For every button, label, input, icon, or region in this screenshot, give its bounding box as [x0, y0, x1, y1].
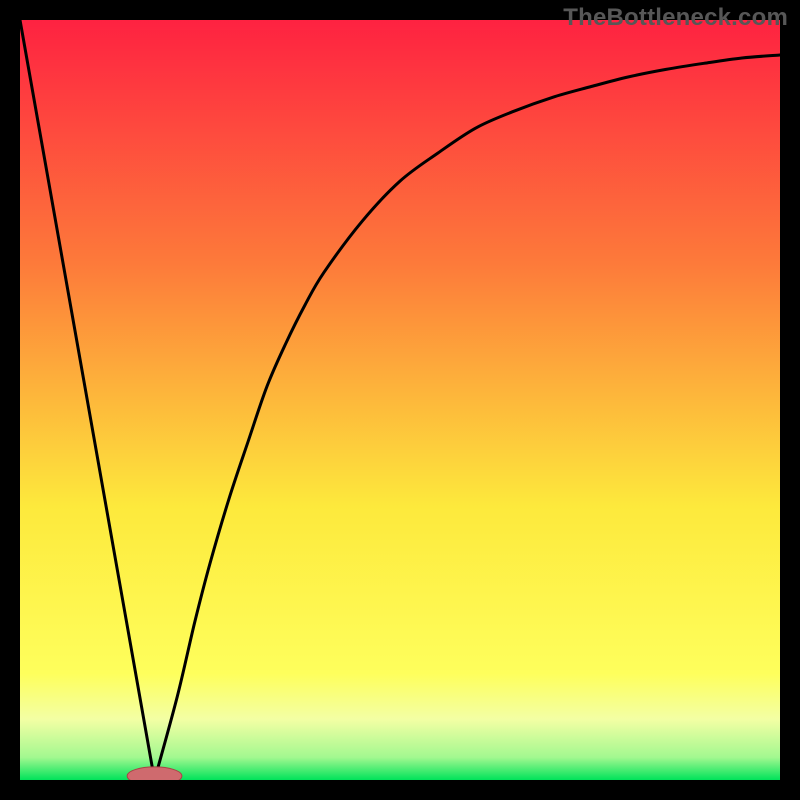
chart-canvas [20, 20, 780, 780]
watermark-text: TheBottleneck.com [563, 4, 788, 32]
chart-frame [20, 20, 780, 780]
